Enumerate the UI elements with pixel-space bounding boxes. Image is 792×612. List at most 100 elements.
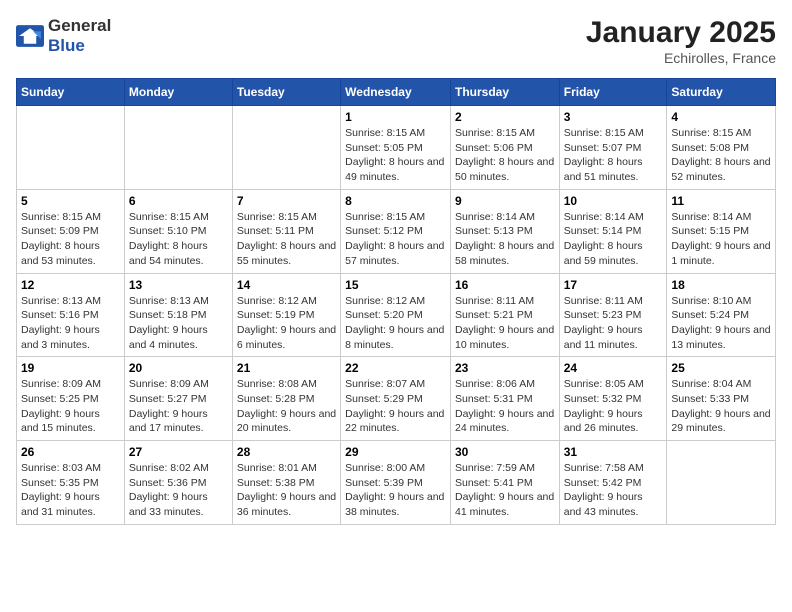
day-number: 22 <box>345 361 446 375</box>
day-detail: Sunrise: 8:15 AM Sunset: 5:06 PM Dayligh… <box>455 126 555 185</box>
day-detail: Sunrise: 8:13 AM Sunset: 5:18 PM Dayligh… <box>129 294 228 353</box>
day-detail: Sunrise: 8:09 AM Sunset: 5:27 PM Dayligh… <box>129 377 228 436</box>
day-detail: Sunrise: 8:15 AM Sunset: 5:12 PM Dayligh… <box>345 210 446 269</box>
logo-text: General Blue <box>48 16 111 56</box>
calendar-cell: 20 Sunrise: 8:09 AM Sunset: 5:27 PM Dayli… <box>124 357 232 441</box>
day-number: 5 <box>21 194 120 208</box>
calendar-cell: 10 Sunrise: 8:14 AM Sunset: 5:14 PM Dayli… <box>559 189 667 273</box>
day-number: 2 <box>455 110 555 124</box>
calendar-cell: 13 Sunrise: 8:13 AM Sunset: 5:18 PM Dayli… <box>124 273 232 357</box>
calendar-cell <box>17 106 125 190</box>
day-detail: Sunrise: 8:00 AM Sunset: 5:39 PM Dayligh… <box>345 461 446 520</box>
day-detail: Sunrise: 8:14 AM Sunset: 5:13 PM Dayligh… <box>455 210 555 269</box>
day-number: 30 <box>455 445 555 459</box>
day-detail: Sunrise: 8:14 AM Sunset: 5:14 PM Dayligh… <box>564 210 663 269</box>
day-number: 20 <box>129 361 228 375</box>
logo-icon <box>16 25 44 47</box>
header: General Blue January 2025 Echirolles, Fr… <box>16 16 776 66</box>
day-number: 11 <box>671 194 771 208</box>
day-number: 23 <box>455 361 555 375</box>
day-detail: Sunrise: 8:12 AM Sunset: 5:20 PM Dayligh… <box>345 294 446 353</box>
day-detail: Sunrise: 8:01 AM Sunset: 5:38 PM Dayligh… <box>237 461 336 520</box>
day-number: 14 <box>237 278 336 292</box>
calendar-cell: 29 Sunrise: 8:00 AM Sunset: 5:39 PM Dayli… <box>341 441 451 525</box>
day-number: 27 <box>129 445 228 459</box>
day-detail: Sunrise: 8:02 AM Sunset: 5:36 PM Dayligh… <box>129 461 228 520</box>
day-number: 16 <box>455 278 555 292</box>
day-detail: Sunrise: 8:15 AM Sunset: 5:07 PM Dayligh… <box>564 126 663 185</box>
calendar-cell: 18 Sunrise: 8:10 AM Sunset: 5:24 PM Dayli… <box>667 273 776 357</box>
main-title: January 2025 <box>586 16 776 50</box>
calendar-cell: 4 Sunrise: 8:15 AM Sunset: 5:08 PM Daylig… <box>667 106 776 190</box>
day-header-monday: Monday <box>124 79 232 106</box>
day-detail: Sunrise: 8:12 AM Sunset: 5:19 PM Dayligh… <box>237 294 336 353</box>
day-number: 4 <box>671 110 771 124</box>
calendar-cell: 24 Sunrise: 8:05 AM Sunset: 5:32 PM Dayli… <box>559 357 667 441</box>
calendar-cell: 2 Sunrise: 8:15 AM Sunset: 5:06 PM Daylig… <box>450 106 559 190</box>
calendar-cell: 22 Sunrise: 8:07 AM Sunset: 5:29 PM Dayli… <box>341 357 451 441</box>
logo-blue-text: Blue <box>48 36 85 55</box>
day-detail: Sunrise: 8:15 AM Sunset: 5:05 PM Dayligh… <box>345 126 446 185</box>
day-number: 3 <box>564 110 663 124</box>
day-number: 8 <box>345 194 446 208</box>
day-header-tuesday: Tuesday <box>232 79 340 106</box>
calendar-cell: 3 Sunrise: 8:15 AM Sunset: 5:07 PM Daylig… <box>559 106 667 190</box>
day-detail: Sunrise: 8:04 AM Sunset: 5:33 PM Dayligh… <box>671 377 771 436</box>
calendar-cell: 30Sunrise: 7:59 AM Sunset: 5:41 PM Dayli… <box>450 441 559 525</box>
day-detail: Sunrise: 8:03 AM Sunset: 5:35 PM Dayligh… <box>21 461 120 520</box>
day-detail: Sunrise: 8:08 AM Sunset: 5:28 PM Dayligh… <box>237 377 336 436</box>
day-number: 18 <box>671 278 771 292</box>
calendar-week-3: 12Sunrise: 8:13 AM Sunset: 5:16 PM Dayli… <box>17 273 776 357</box>
calendar-cell: 19 Sunrise: 8:09 AM Sunset: 5:25 PM Dayli… <box>17 357 125 441</box>
calendar-header-row: SundayMondayTuesdayWednesdayThursdayFrid… <box>17 79 776 106</box>
day-number: 10 <box>564 194 663 208</box>
day-detail: Sunrise: 8:05 AM Sunset: 5:32 PM Dayligh… <box>564 377 663 436</box>
day-number: 19 <box>21 361 120 375</box>
day-detail: Sunrise: 8:09 AM Sunset: 5:25 PM Dayligh… <box>21 377 120 436</box>
day-number: 15 <box>345 278 446 292</box>
logo: General Blue <box>16 16 111 56</box>
day-number: 1 <box>345 110 446 124</box>
calendar-cell: 23 Sunrise: 8:06 AM Sunset: 5:31 PM Dayli… <box>450 357 559 441</box>
day-number: 6 <box>129 194 228 208</box>
day-detail: Sunrise: 8:07 AM Sunset: 5:29 PM Dayligh… <box>345 377 446 436</box>
day-detail: Sunrise: 8:15 AM Sunset: 5:08 PM Dayligh… <box>671 126 771 185</box>
day-number: 26 <box>21 445 120 459</box>
day-header-sunday: Sunday <box>17 79 125 106</box>
day-number: 7 <box>237 194 336 208</box>
day-detail: Sunrise: 8:06 AM Sunset: 5:31 PM Dayligh… <box>455 377 555 436</box>
day-detail: Sunrise: 8:10 AM Sunset: 5:24 PM Dayligh… <box>671 294 771 353</box>
calendar-cell: 6 Sunrise: 8:15 AM Sunset: 5:10 PM Daylig… <box>124 189 232 273</box>
day-number: 13 <box>129 278 228 292</box>
day-detail: Sunrise: 8:15 AM Sunset: 5:10 PM Dayligh… <box>129 210 228 269</box>
calendar-week-2: 5Sunrise: 8:15 AM Sunset: 5:09 PM Daylig… <box>17 189 776 273</box>
calendar-cell <box>667 441 776 525</box>
calendar-cell: 14 Sunrise: 8:12 AM Sunset: 5:19 PM Dayli… <box>232 273 340 357</box>
calendar-cell <box>124 106 232 190</box>
calendar-cell: 16Sunrise: 8:11 AM Sunset: 5:21 PM Dayli… <box>450 273 559 357</box>
calendar-cell: 25Sunrise: 8:04 AM Sunset: 5:33 PM Dayli… <box>667 357 776 441</box>
calendar-cell <box>232 106 340 190</box>
day-number: 21 <box>237 361 336 375</box>
calendar-cell: 17Sunrise: 8:11 AM Sunset: 5:23 PM Dayli… <box>559 273 667 357</box>
day-header-wednesday: Wednesday <box>341 79 451 106</box>
calendar-cell: 27 Sunrise: 8:02 AM Sunset: 5:36 PM Dayli… <box>124 441 232 525</box>
calendar-cell: 15 Sunrise: 8:12 AM Sunset: 5:20 PM Dayli… <box>341 273 451 357</box>
day-detail: Sunrise: 7:58 AM Sunset: 5:42 PM Dayligh… <box>564 461 663 520</box>
calendar-cell: 1 Sunrise: 8:15 AM Sunset: 5:05 PM Daylig… <box>341 106 451 190</box>
calendar-cell: 12Sunrise: 8:13 AM Sunset: 5:16 PM Dayli… <box>17 273 125 357</box>
calendar-cell: 28 Sunrise: 8:01 AM Sunset: 5:38 PM Dayli… <box>232 441 340 525</box>
day-number: 17 <box>564 278 663 292</box>
day-number: 9 <box>455 194 555 208</box>
calendar-week-4: 19 Sunrise: 8:09 AM Sunset: 5:25 PM Dayli… <box>17 357 776 441</box>
calendar-cell: 9 Sunrise: 8:14 AM Sunset: 5:13 PM Daylig… <box>450 189 559 273</box>
day-detail: Sunrise: 8:13 AM Sunset: 5:16 PM Dayligh… <box>21 294 120 353</box>
day-number: 28 <box>237 445 336 459</box>
subtitle: Echirolles, France <box>586 50 776 66</box>
day-detail: Sunrise: 8:14 AM Sunset: 5:15 PM Dayligh… <box>671 210 771 269</box>
day-number: 24 <box>564 361 663 375</box>
calendar-cell: 26 Sunrise: 8:03 AM Sunset: 5:35 PM Dayli… <box>17 441 125 525</box>
day-number: 29 <box>345 445 446 459</box>
logo-general-text: General <box>48 16 111 35</box>
calendar-cell: 31Sunrise: 7:58 AM Sunset: 5:42 PM Dayli… <box>559 441 667 525</box>
